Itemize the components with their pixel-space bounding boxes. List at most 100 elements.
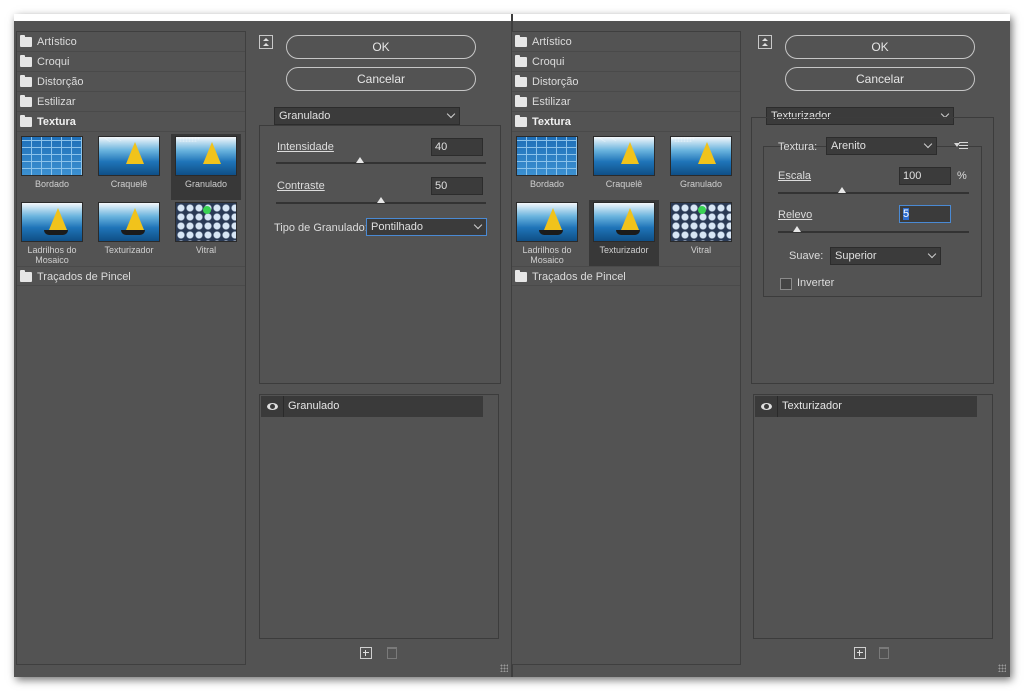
folder-open-icon [515, 115, 527, 127]
effect-layer-row[interactable]: Granulado [261, 396, 483, 417]
tiles-thumbnail-image [516, 136, 578, 176]
new-effect-layer-icon[interactable] [854, 647, 866, 659]
delete-effect-layer-icon[interactable] [387, 647, 397, 659]
filter-thumb-granulado[interactable]: Granulado [666, 134, 736, 200]
filter-thumb-bordado[interactable]: Bordado [17, 134, 87, 200]
filter-thumb-texturizador[interactable]: Texturizador [94, 200, 164, 266]
stained-glass-thumbnail-image [175, 202, 237, 242]
cancel-button[interactable]: Cancelar [785, 67, 975, 91]
filter-thumb-granulado[interactable]: Granulado [171, 134, 241, 200]
filter-thumb-ladrilhos[interactable]: Ladrilhos do Mosaico [512, 200, 582, 266]
filter-gallery-granulado: Artístico Croqui Distorção Estilizar Tex… [14, 21, 510, 677]
relief-label: Relevo [778, 209, 813, 221]
filter-thumb-craquele[interactable]: Craquelê [589, 134, 659, 200]
folder-icon [515, 270, 527, 282]
category-estilizar[interactable]: Estilizar [512, 92, 740, 112]
folder-icon [20, 55, 32, 67]
sailboat-texture-thumbnail-image [98, 202, 160, 242]
category-tracados-de-pincel[interactable]: Traçados de Pincel [512, 266, 740, 286]
contrast-slider-thumb[interactable] [377, 197, 385, 203]
category-tracados-de-pincel[interactable]: Traçados de Pincel [17, 266, 245, 286]
texture-select[interactable]: Arenito [826, 137, 937, 155]
folder-icon [515, 95, 527, 107]
effect-layer-name: Texturizador [782, 400, 842, 412]
folder-open-icon [20, 115, 32, 127]
category-croqui[interactable]: Croqui [17, 52, 245, 72]
texture-thumbnails: Bordado Craquelê Granulado Ladrilhos do … [512, 132, 740, 266]
resize-grip-icon[interactable] [998, 664, 1006, 672]
folder-icon [20, 35, 32, 47]
ok-button[interactable]: OK [785, 35, 975, 59]
category-distorcao[interactable]: Distorção [512, 72, 740, 92]
scale-slider-track[interactable] [778, 192, 969, 194]
ok-button[interactable]: OK [286, 35, 476, 59]
layer-separator [283, 396, 284, 417]
filter-thumb-craquele[interactable]: Craquelê [94, 134, 164, 200]
intensity-slider-thumb[interactable] [356, 157, 364, 163]
cancel-button[interactable]: Cancelar [286, 67, 476, 91]
contrast-input[interactable]: 50 [431, 177, 483, 195]
filter-settings-panel: Textura: Arenito Escala 100 % Relevo 5 S… [751, 117, 994, 384]
relief-input[interactable]: 5 [899, 205, 951, 223]
delete-effect-layer-icon[interactable] [879, 647, 889, 659]
intensity-input[interactable]: 40 [431, 138, 483, 156]
filter-settings-panel: Intensidade 40 Contraste 50 Tipo de Gran… [259, 125, 501, 384]
category-textura[interactable]: Textura [512, 112, 740, 132]
filter-select[interactable]: Granulado [274, 107, 460, 125]
visibility-eye-icon[interactable] [761, 401, 772, 412]
chevron-down-icon [927, 249, 937, 259]
chevron-down-icon [473, 220, 483, 230]
intensity-slider-track[interactable] [276, 162, 486, 164]
relief-slider-thumb[interactable] [793, 226, 801, 232]
chevron-down-icon [446, 109, 456, 119]
sailboat-crack-thumbnail-image [593, 136, 655, 176]
visibility-eye-icon[interactable] [267, 401, 278, 412]
filter-category-tree: Artístico Croqui Distorção Estilizar Tex… [511, 31, 741, 665]
filter-gallery-texturizador: Artístico Croqui Distorção Estilizar Tex… [511, 21, 1009, 677]
light-direction-select[interactable]: Superior [830, 247, 941, 265]
filter-thumb-bordado[interactable]: Bordado [512, 134, 582, 200]
scale-slider-thumb[interactable] [838, 187, 846, 193]
filter-thumb-vitral[interactable]: Vitral [666, 200, 736, 266]
sailboat-grain-thumbnail-image [175, 136, 237, 176]
collapse-gallery-icon[interactable] [758, 35, 772, 49]
folder-icon [515, 35, 527, 47]
filter-thumb-texturizador[interactable]: Texturizador [589, 200, 659, 266]
new-effect-layer-icon[interactable] [360, 647, 372, 659]
folder-icon [515, 75, 527, 87]
folder-icon [20, 75, 32, 87]
category-croqui[interactable]: Croqui [512, 52, 740, 72]
scale-input[interactable]: 100 [899, 167, 951, 185]
effect-layers-panel: Texturizador [753, 394, 993, 639]
tiles-thumbnail-image [21, 136, 83, 176]
category-distorcao[interactable]: Distorção [17, 72, 245, 92]
grain-type-select[interactable]: Pontilhado [366, 218, 487, 236]
effect-layer-name: Granulado [288, 400, 340, 412]
category-artistico[interactable]: Artístico [17, 32, 245, 52]
sailboat-mosaic-thumbnail-image [21, 202, 83, 242]
chevron-down-icon [923, 139, 933, 149]
invert-label: Inverter [797, 277, 835, 289]
folder-icon [20, 95, 32, 107]
filter-thumb-vitral[interactable]: Vitral [171, 200, 241, 266]
light-label: Suave: [789, 250, 824, 262]
category-artistico[interactable]: Artístico [512, 32, 740, 52]
filter-thumb-ladrilhos[interactable]: Ladrilhos do Mosaico [17, 200, 87, 266]
scale-unit: % [957, 170, 967, 182]
effect-layers-panel: Granulado [259, 394, 499, 639]
category-estilizar[interactable]: Estilizar [17, 92, 245, 112]
folder-icon [20, 270, 32, 282]
effect-layer-row[interactable]: Texturizador [755, 396, 977, 417]
intensity-label: Intensidade [277, 141, 334, 153]
folder-icon [515, 55, 527, 67]
category-textura[interactable]: Textura [17, 112, 245, 132]
contrast-label: Contraste [277, 180, 325, 192]
filter-category-tree: Artístico Croqui Distorção Estilizar Tex… [16, 31, 246, 665]
resize-grip-icon[interactable] [500, 664, 508, 672]
invert-checkbox[interactable] [780, 278, 792, 290]
relief-slider-track[interactable] [778, 231, 969, 233]
stained-glass-thumbnail-image [670, 202, 732, 242]
sailboat-grain-thumbnail-image [670, 136, 732, 176]
collapse-gallery-icon[interactable] [259, 35, 273, 49]
texture-menu-icon[interactable] [954, 140, 968, 150]
